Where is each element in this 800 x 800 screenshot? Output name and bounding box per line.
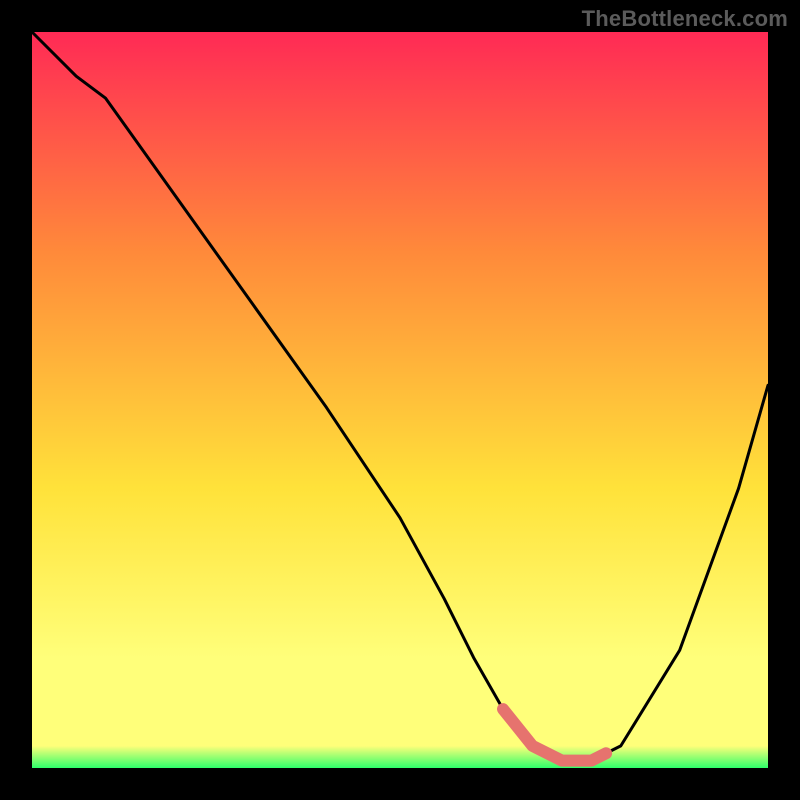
plot-background (32, 32, 768, 768)
chart-container: TheBottleneck.com (0, 0, 800, 800)
watermark-text: TheBottleneck.com (582, 6, 788, 32)
bottleneck-chart (0, 0, 800, 800)
